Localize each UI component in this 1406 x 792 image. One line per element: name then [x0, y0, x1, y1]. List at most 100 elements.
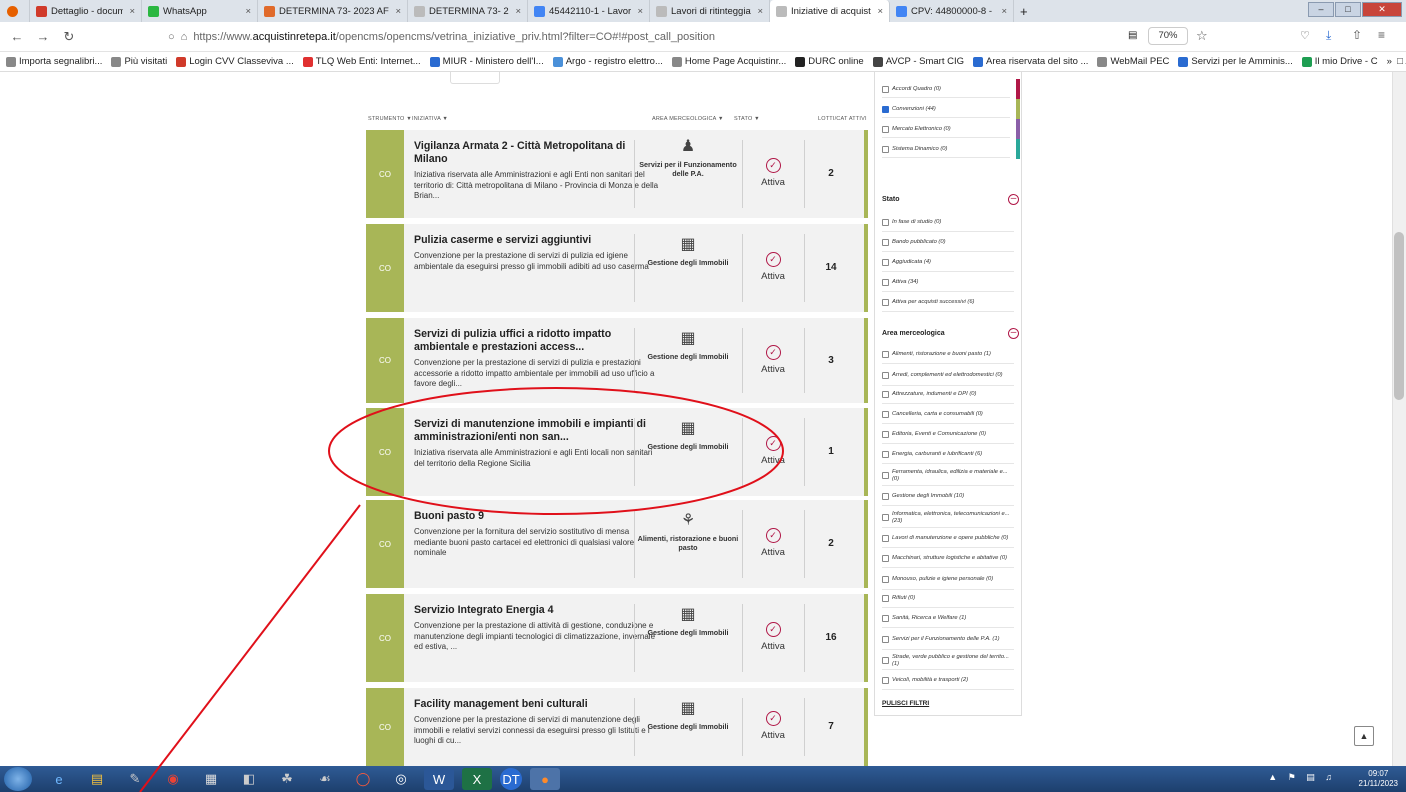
- bookmark-item[interactable]: Home Page Acquistinr...: [671, 56, 786, 67]
- filter-strumento-item[interactable]: Accordi Quadro (0): [882, 82, 1010, 98]
- bookmark-item[interactable]: MIUR - Ministero dell'I...: [429, 56, 544, 67]
- bookmark-item[interactable]: WebMail PEC: [1097, 56, 1169, 67]
- excel-icon[interactable]: X: [462, 768, 492, 790]
- back-icon[interactable]: ←: [4, 29, 30, 44]
- filter-area-item[interactable]: Veicoli, mobilità e trasporti (2): [882, 672, 1014, 690]
- download-icon[interactable]: ⤓: [1326, 28, 1331, 43]
- filter-area-item[interactable]: Strade, verde pubblico e gestione del te…: [882, 652, 1014, 670]
- initiative-title[interactable]: Buoni pasto 9: [414, 510, 659, 523]
- initiative-title[interactable]: Vigilanza Armata 2 - Città Metropolitana…: [414, 140, 659, 166]
- dt-icon[interactable]: DT: [500, 768, 522, 790]
- tab-close-icon[interactable]: ×: [637, 6, 643, 17]
- clear-filters-link[interactable]: PULISCI FILTRI: [882, 700, 929, 707]
- reader-icon[interactable]: ▤: [1128, 30, 1137, 41]
- initiative-card[interactable]: CO Buoni pasto 9 Convenzione per la fornit…: [366, 500, 868, 588]
- tab-close-icon[interactable]: ×: [245, 6, 251, 17]
- collapse-stato-icon[interactable]: –: [1008, 194, 1019, 205]
- tab-1[interactable]: WhatsApp ×: [142, 0, 258, 22]
- filter-stato-item[interactable]: Attiva per acquisti successivi (6): [882, 294, 1014, 312]
- reload-icon[interactable]: ↻: [56, 29, 82, 45]
- bookmark-item[interactable]: TLQ Web Enti: Internet...: [302, 56, 421, 67]
- filter-stato-item[interactable]: In fase di studio (0): [882, 214, 1014, 232]
- system-tray[interactable]: ▲ ⚑ ▤ ♫: [1268, 772, 1336, 783]
- tab-7[interactable]: CPV: 44800000-8 - Cerca con ×: [890, 0, 1014, 22]
- filter-area-item[interactable]: Lavori di manutenzione e opere pubbliche…: [882, 530, 1014, 548]
- other-bookmarks[interactable]: » □ Altri segnalibri: [1387, 56, 1406, 67]
- tab-5[interactable]: Lavori di ritinteggiatura (454421 ×: [650, 0, 770, 22]
- page-scrollbar[interactable]: [1392, 72, 1406, 766]
- app-icon[interactable]: ✎: [120, 768, 150, 790]
- bookmark-item[interactable]: DURC online: [795, 56, 864, 67]
- firefox-menu[interactable]: [0, 0, 30, 22]
- ie-icon[interactable]: e: [44, 768, 74, 790]
- bookmark-item[interactable]: Il mio Drive - C: [1301, 56, 1378, 67]
- filter-area-item[interactable]: Cancelleria, carta e consumabili (0): [882, 406, 1014, 424]
- filter-area-item[interactable]: Monouso, pulizie e igiene personale (0): [882, 570, 1014, 590]
- app2-icon[interactable]: ◧: [234, 768, 264, 790]
- bookmark-item[interactable]: Più visitati: [111, 56, 167, 67]
- app4-icon[interactable]: ☙: [310, 768, 340, 790]
- filter-area-item[interactable]: Energia, carburanti e lubrificanti (6): [882, 446, 1014, 464]
- bookmark-item[interactable]: Login CVV Classeviva ...: [176, 56, 294, 67]
- menu-icon[interactable]: ≡: [1378, 28, 1385, 42]
- initiative-title[interactable]: Pulizia caserme e servizi aggiuntivi: [414, 234, 659, 247]
- filter-area-item[interactable]: Editoria, Eventi e Comunicazione (0): [882, 426, 1014, 444]
- collapse-area-icon[interactable]: –: [1008, 328, 1019, 339]
- bookmark-item[interactable]: AVCP - Smart CIG: [872, 56, 964, 67]
- explorer-icon[interactable]: ▤: [82, 768, 112, 790]
- initiative-card[interactable]: CO Servizio Integrato Energia 4 Convenzion…: [366, 594, 868, 682]
- media-icon[interactable]: ◎: [386, 768, 416, 790]
- filter-area-item[interactable]: Rifiuti (0): [882, 590, 1014, 608]
- start-button[interactable]: [4, 767, 32, 791]
- clock[interactable]: 09:07 21/11/2023: [1359, 769, 1398, 789]
- filter-area-item[interactable]: Attrezzature, indumenti e DPI (0): [882, 386, 1014, 404]
- zoom-level[interactable]: 70%: [1148, 27, 1188, 45]
- bookmark-item[interactable]: Servizi per le Amminis...: [1178, 56, 1293, 67]
- close-button[interactable]: ✕: [1362, 2, 1402, 17]
- filter-stato-item[interactable]: Aggiudicata (4): [882, 254, 1014, 272]
- minimize-button[interactable]: –: [1308, 2, 1334, 17]
- tab-close-icon[interactable]: ×: [515, 6, 521, 17]
- filter-stato-item[interactable]: Attiva (34): [882, 274, 1014, 292]
- column-stato[interactable]: STATO ▼: [734, 116, 760, 122]
- new-tab-icon[interactable]: +: [1014, 0, 1034, 22]
- tab-close-icon[interactable]: ×: [757, 6, 763, 17]
- initiative-card[interactable]: CO Servizi di pulizia uffici a ridotto im…: [366, 318, 868, 403]
- column-area[interactable]: AREA MERCEOLOGICA ▼: [652, 116, 724, 122]
- forward-icon[interactable]: →: [30, 29, 56, 44]
- chrome-icon[interactable]: ◉: [158, 768, 188, 790]
- calculator-icon[interactable]: ▦: [196, 768, 226, 790]
- word-icon[interactable]: W: [424, 768, 454, 790]
- maximize-button[interactable]: □: [1335, 2, 1361, 17]
- filter-area-item[interactable]: Alimenti, ristorazione e buoni pasto (1): [882, 346, 1014, 364]
- pocket-icon[interactable]: ♡: [1300, 29, 1310, 42]
- filter-area-item[interactable]: Ferramenta, idraulica, edilizia e materi…: [882, 466, 1014, 486]
- firefox-taskbar-icon[interactable]: ●: [530, 768, 560, 790]
- bookmark-star-icon[interactable]: ☆: [1196, 28, 1208, 44]
- initiative-title[interactable]: Servizio Integrato Energia 4: [414, 604, 659, 617]
- scroll-to-top-button[interactable]: ▲: [1354, 726, 1374, 746]
- filter-strumento-item[interactable]: Sistema Dinamico (0): [882, 142, 1010, 158]
- filter-area-item[interactable]: Gestione degli Immobili (10): [882, 488, 1014, 506]
- filter-area-item[interactable]: Servizi per il Funzionamento delle P.A. …: [882, 630, 1014, 650]
- filter-area-item[interactable]: Informatica, elettronica, telecomunicazi…: [882, 508, 1014, 528]
- column-iniziativa[interactable]: INIZIATIVA ▼: [412, 116, 448, 122]
- initiative-card[interactable]: CO Facility management beni culturali Conv…: [366, 688, 868, 766]
- initiative-card[interactable]: CO Servizi di manutenzione immobili e imp…: [366, 408, 868, 496]
- scroll-thumb[interactable]: [1394, 232, 1404, 400]
- filter-area-item[interactable]: Arredi, complementi ed elettrodomestici …: [882, 366, 1014, 386]
- initiative-card[interactable]: CO Pulizia caserme e servizi aggiuntivi Co…: [366, 224, 868, 312]
- filter-strumento-item[interactable]: Mercato Elettronico (0): [882, 122, 1010, 138]
- url-bar[interactable]: ○ ⌂ https://www. acquistinretepa.it/openc…: [168, 25, 1238, 49]
- app3-icon[interactable]: ☘: [272, 768, 302, 790]
- tab-close-icon[interactable]: ×: [1001, 6, 1007, 17]
- tab-0[interactable]: Dettaglio - documenti in en ×: [30, 0, 142, 22]
- filter-area-item[interactable]: Macchinari, strutture logistiche e abita…: [882, 550, 1014, 568]
- tab-6[interactable]: Iniziative di acquisto - acquistin ×: [770, 0, 890, 22]
- initiative-title[interactable]: Servizi di manutenzione immobili e impia…: [414, 418, 659, 444]
- bookmark-item[interactable]: Argo - registro elettro...: [552, 56, 663, 67]
- initiative-title[interactable]: Servizi di pulizia uffici a ridotto impa…: [414, 328, 659, 354]
- filter-stato-item[interactable]: Bando pubblicato (0): [882, 234, 1014, 252]
- share-icon[interactable]: ⇧: [1352, 28, 1362, 42]
- column-strumento[interactable]: STRUMENTO ▼: [368, 116, 412, 122]
